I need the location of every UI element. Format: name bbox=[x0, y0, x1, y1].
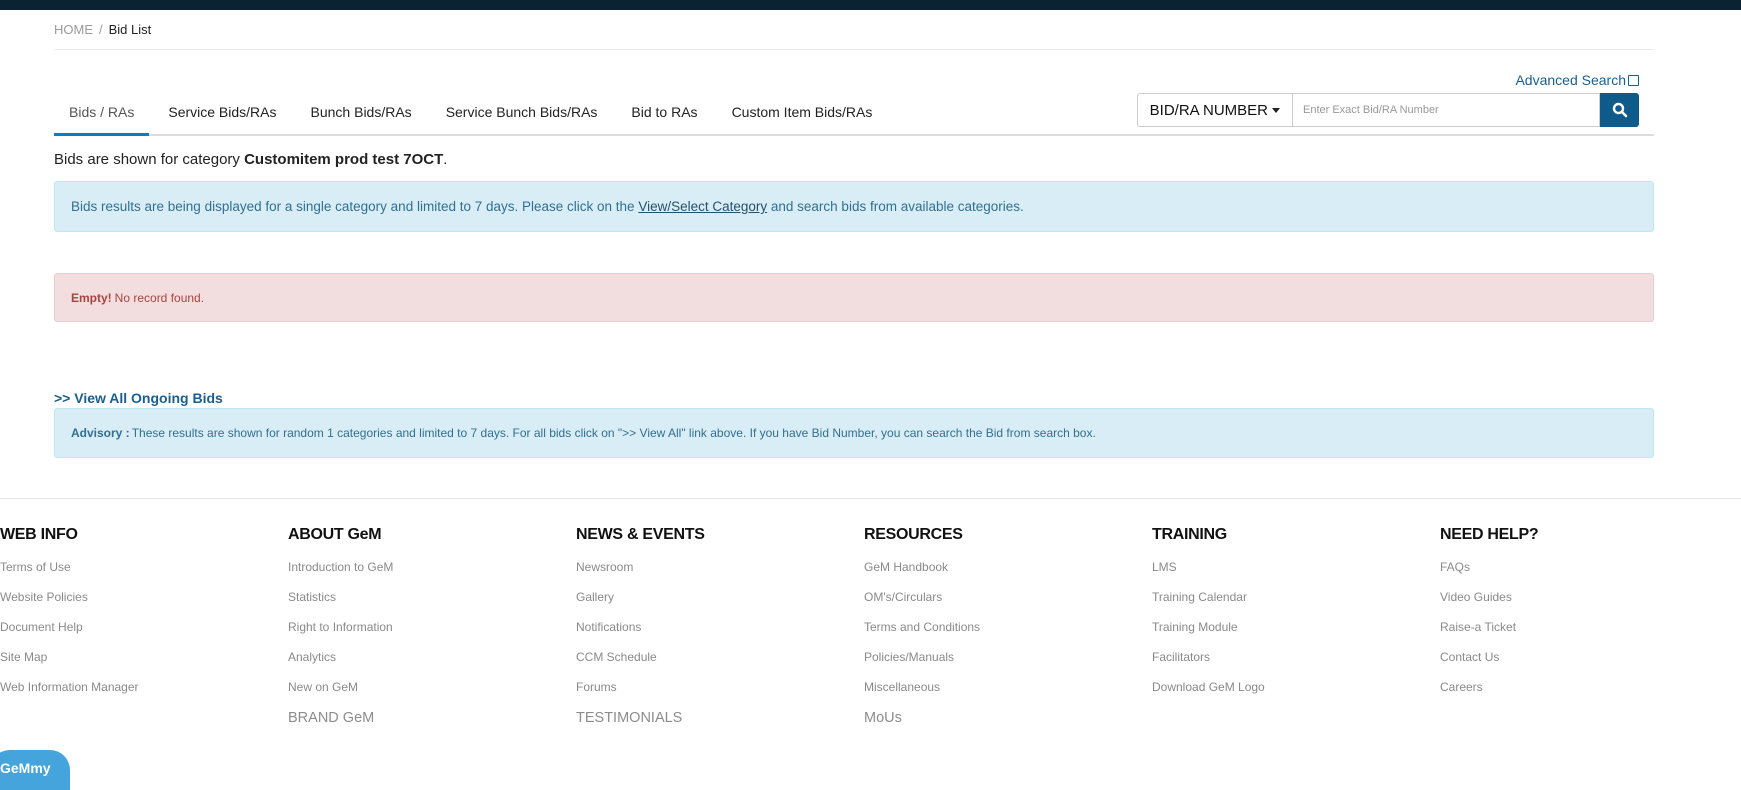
breadcrumb: HOME / Bid List bbox=[54, 22, 1654, 50]
footer-heading: RESOURCES bbox=[864, 526, 963, 543]
footer: WEB INFO Terms of Use Website Policies D… bbox=[0, 498, 1741, 768]
tab-service-bids-ras[interactable]: Service Bids/RAs bbox=[153, 104, 291, 136]
search-group: BID/RA NUMBER bbox=[1136, 93, 1639, 127]
footer-col-news-events: NEWS & EVENTS Newsroom Gallery Notificat… bbox=[576, 526, 705, 726]
footer-link[interactable]: Download GeM Logo bbox=[1152, 680, 1265, 696]
footer-link[interactable]: Gallery bbox=[576, 590, 705, 606]
footer-link[interactable]: Video Guides bbox=[1440, 590, 1538, 606]
advanced-search-link[interactable]: Advanced Search bbox=[1515, 72, 1639, 88]
footer-heading: NEED HELP? bbox=[1440, 526, 1539, 543]
bid-tabs: Bids / RAs Service Bids/RAs Bunch Bids/R… bbox=[54, 104, 891, 136]
footer-heading: ABOUT GeM bbox=[288, 526, 382, 543]
footer-link[interactable]: Training Calendar bbox=[1152, 590, 1265, 606]
footer-testimonials-link[interactable]: TESTIMONIALS bbox=[576, 710, 705, 726]
footer-col-web-info: WEB INFO Terms of Use Website Policies D… bbox=[0, 526, 139, 710]
footer-link[interactable]: Facilitators bbox=[1152, 650, 1265, 666]
footer-col-training: TRAINING LMS Training Calendar Training … bbox=[1152, 526, 1265, 710]
footer-link[interactable]: Terms and Conditions bbox=[864, 620, 980, 636]
footer-link[interactable]: Web Information Manager bbox=[0, 680, 139, 696]
breadcrumb-separator: / bbox=[99, 22, 103, 37]
advisory-text: These results are shown for random 1 cat… bbox=[131, 426, 1096, 440]
empty-alert-text: No record found. bbox=[114, 290, 205, 305]
footer-mous-link[interactable]: MoUs bbox=[864, 710, 980, 726]
external-link-icon bbox=[1628, 75, 1639, 86]
footer-link[interactable]: New on GeM bbox=[288, 680, 393, 696]
footer-link[interactable]: FAQs bbox=[1440, 560, 1538, 576]
footer-col-need-help: NEED HELP? FAQs Video Guides Raise-a Tic… bbox=[1440, 526, 1539, 710]
advisory-alert: Advisory : These results are shown for ra… bbox=[54, 408, 1654, 458]
footer-link[interactable]: Website Policies bbox=[0, 590, 139, 606]
footer-link[interactable]: Statistics bbox=[288, 590, 393, 606]
category-suffix: . bbox=[443, 151, 448, 168]
empty-alert: Empty! No record found. bbox=[54, 273, 1654, 322]
search-type-dropdown[interactable]: BID/RA NUMBER bbox=[1136, 93, 1292, 127]
tab-bunch-bids-ras[interactable]: Bunch Bids/RAs bbox=[296, 104, 427, 136]
footer-link[interactable]: GeM Handbook bbox=[864, 560, 980, 576]
tab-bids-ras[interactable]: Bids / RAs bbox=[54, 104, 150, 136]
footer-link[interactable]: Newsroom bbox=[576, 560, 705, 576]
footer-link[interactable]: Introduction to GeM bbox=[288, 560, 393, 576]
footer-link[interactable]: Miscellaneous bbox=[864, 680, 980, 696]
footer-link[interactable]: Right to Information bbox=[288, 620, 393, 636]
footer-link[interactable]: Careers bbox=[1440, 680, 1538, 696]
footer-link[interactable]: Analytics bbox=[288, 650, 393, 666]
top-navbar bbox=[0, 0, 1741, 10]
footer-link[interactable]: Notifications bbox=[576, 620, 705, 636]
footer-link[interactable]: CCM Schedule bbox=[576, 650, 705, 666]
breadcrumb-home[interactable]: HOME bbox=[54, 22, 93, 37]
footer-link[interactable]: Forums bbox=[576, 680, 705, 696]
tab-custom-item-bids-ras[interactable]: Custom Item Bids/RAs bbox=[717, 104, 888, 136]
bid-number-search-input[interactable] bbox=[1292, 93, 1600, 127]
category-info-alert: Bids results are being displayed for a s… bbox=[54, 181, 1654, 232]
breadcrumb-current: Bid List bbox=[108, 22, 152, 37]
category-prefix: Bids are shown for category bbox=[54, 151, 245, 168]
footer-link[interactable]: OM's/Circulars bbox=[864, 590, 980, 606]
footer-link[interactable]: Policies/Manuals bbox=[864, 650, 980, 666]
tab-bid-to-ras[interactable]: Bid to RAs bbox=[616, 104, 712, 136]
footer-link[interactable]: Contact Us bbox=[1440, 650, 1538, 666]
view-select-category-link[interactable]: View/Select Category bbox=[638, 199, 767, 214]
footer-link[interactable]: Raise-a Ticket bbox=[1440, 620, 1538, 636]
gemmy-chat-widget[interactable]: GeMmy bbox=[0, 750, 70, 790]
footer-heading: TRAINING bbox=[1152, 526, 1227, 543]
empty-alert-strong: Empty! bbox=[71, 290, 112, 305]
tab-service-bunch-bids-ras[interactable]: Service Bunch Bids/RAs bbox=[431, 104, 613, 136]
category-line: Bids are shown for category Customitem p… bbox=[54, 151, 1654, 168]
info-text-after: and search bids from available categorie… bbox=[767, 199, 1024, 214]
search-type-label: BID/RA NUMBER bbox=[1149, 101, 1268, 119]
search-button[interactable] bbox=[1600, 93, 1639, 127]
caret-down-icon bbox=[1272, 107, 1280, 113]
search-icon bbox=[1612, 102, 1627, 118]
footer-link[interactable]: Site Map bbox=[0, 650, 139, 666]
footer-link[interactable]: Training Module bbox=[1152, 620, 1265, 636]
footer-col-about-gem: ABOUT GeM Introduction to GeM Statistics… bbox=[288, 526, 393, 726]
footer-heading: NEWS & EVENTS bbox=[576, 526, 705, 543]
footer-link[interactable]: Document Help bbox=[0, 620, 139, 636]
tabs-row: Bids / RAs Service Bids/RAs Bunch Bids/R… bbox=[54, 70, 1654, 136]
info-alert-text: Bids results are being displayed for a s… bbox=[71, 199, 1024, 214]
view-all-ongoing-bids-link[interactable]: >> View All Ongoing Bids bbox=[54, 390, 1654, 406]
info-text-before: Bids results are being displayed for a s… bbox=[71, 199, 639, 214]
advanced-search-label: Advanced Search bbox=[1515, 72, 1626, 88]
category-name: Customitem prod test 7OCT bbox=[244, 151, 444, 168]
footer-brand-gem-link[interactable]: BRAND GeM bbox=[288, 710, 393, 726]
footer-link[interactable]: Terms of Use bbox=[0, 560, 139, 576]
footer-heading: WEB INFO bbox=[0, 526, 78, 543]
footer-link[interactable]: LMS bbox=[1152, 560, 1265, 576]
advisory-strong: Advisory : bbox=[71, 426, 130, 440]
footer-col-resources: RESOURCES GeM Handbook OM's/Circulars Te… bbox=[864, 526, 980, 726]
